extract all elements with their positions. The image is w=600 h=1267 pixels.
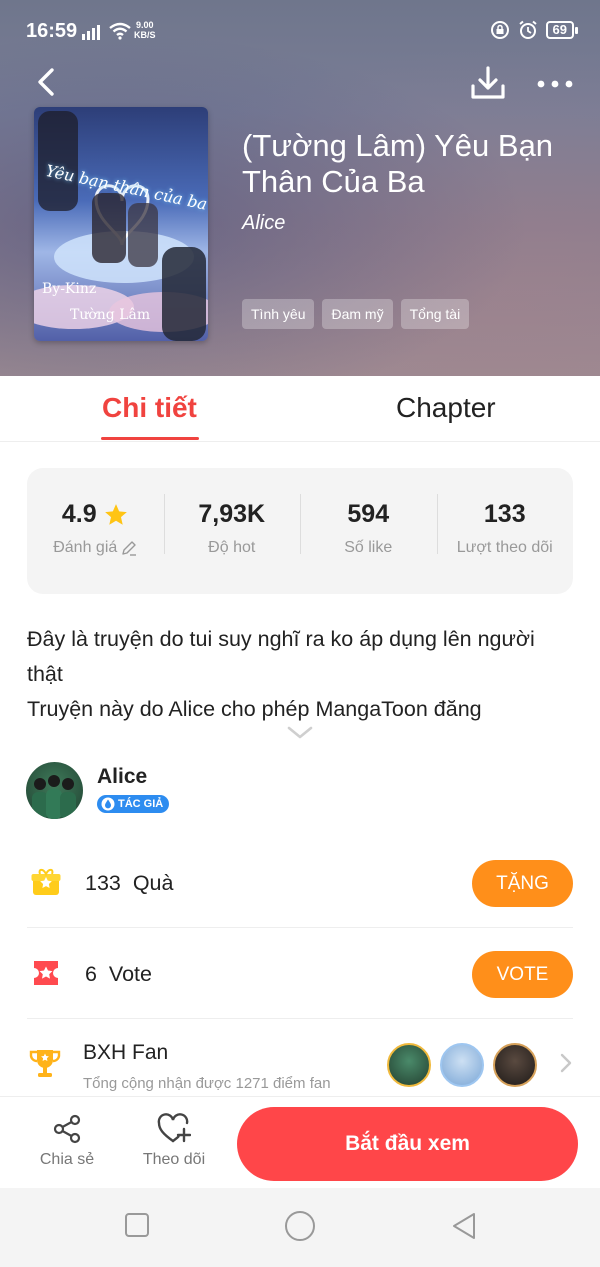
gift-count: 133 Quà	[85, 871, 173, 896]
heart-plus-icon	[157, 1113, 191, 1143]
avatar[interactable]	[493, 1043, 537, 1087]
start-reading-button[interactable]: Bắt đầu xem	[237, 1107, 578, 1181]
back-button[interactable]	[30, 62, 66, 102]
gift-count-label: Quà	[132, 871, 174, 895]
battery-indicator: 69	[545, 21, 579, 39]
net-speed-value: 9.00	[135, 20, 154, 30]
more-dots-icon	[537, 80, 573, 88]
gift-icon	[31, 868, 61, 895]
genre-tag[interactable]: Tổng tài	[400, 299, 470, 329]
stat-label: Độ hot	[208, 539, 256, 556]
fan-ranking-title: BXH Fan	[83, 1041, 169, 1064]
cover-art-image	[34, 111, 208, 341]
vote-ticket-icon	[34, 961, 58, 985]
status-time: 16:59	[26, 20, 78, 42]
chevron-left-icon	[38, 68, 54, 96]
chevron-right-icon	[560, 1053, 572, 1073]
stat-value: 133	[483, 500, 526, 528]
download-button[interactable]	[468, 64, 508, 104]
book-author[interactable]: Alice	[242, 212, 285, 235]
stat-followers: 133 Lượt theo dõi	[436, 486, 574, 576]
stat-value: 7,93K	[198, 500, 266, 528]
network-speed: 9.00 KB/S	[134, 20, 156, 40]
description-line: Truyện này do Alice cho phép MangaToon đ…	[27, 697, 482, 721]
vote-count: 6 Vote	[85, 962, 152, 987]
cover-byline: By-Kinz	[42, 281, 97, 297]
status-bar: 16:59 9.00 KB/S 69	[0, 0, 600, 64]
gift-row: 133 Quà TẶNG	[27, 838, 573, 928]
book-cover[interactable]: Yêu bạn thân của ba By-Kinz Tường Lâm	[34, 107, 208, 341]
chevron-down-icon[interactable]	[287, 726, 313, 740]
author-badge-label: TÁC GIẢ	[118, 798, 164, 810]
rating-label: Đánh giá	[53, 539, 118, 556]
wifi-icon	[109, 22, 131, 40]
avatar[interactable]	[26, 762, 83, 819]
recent-apps-icon[interactable]	[124, 1212, 150, 1238]
stat-label: Lượt theo dõi	[456, 539, 553, 556]
trophy-icon	[29, 1050, 61, 1077]
net-speed-unit: KB/S	[134, 30, 156, 40]
top-fans	[387, 1043, 537, 1087]
stat-rating[interactable]: 4.9 Đánh giá	[27, 486, 164, 576]
tab-chapter[interactable]: Chapter	[396, 392, 496, 424]
stat-label: Số like	[344, 539, 393, 556]
gift-count-value: 133	[85, 871, 121, 895]
fan-ranking-subtitle: Tổng cộng nhận được 1271 điểm fan	[83, 1075, 331, 1092]
vote-count-value: 6	[85, 962, 97, 986]
signal-icon	[82, 25, 100, 40]
alarm-icon	[518, 20, 537, 39]
more-options-button[interactable]	[534, 64, 576, 104]
share-button[interactable]: Chia sẻ	[22, 1113, 112, 1169]
stats-card: 4.9 Đánh giá 7,93K Độ hot 594 Số like 13…	[27, 468, 573, 594]
book-header: 16:59 9.00 KB/S 69 Yêu bạn thân của ba B…	[0, 0, 600, 376]
avatar[interactable]	[440, 1043, 484, 1087]
book-description[interactable]: Đây là truyện do tui suy nghĩ ra ko áp d…	[27, 622, 573, 727]
system-nav-bar	[0, 1188, 600, 1267]
cover-name-text: Tường Lâm	[70, 307, 151, 323]
genre-tags: Tình yêu Đam mỹ Tổng tài	[242, 299, 470, 329]
give-gift-button[interactable]: TẶNG	[472, 860, 573, 907]
vote-count-label: Vote	[108, 962, 152, 986]
follow-button[interactable]: Theo dõi	[129, 1113, 219, 1169]
stat-value: 594	[347, 500, 390, 528]
vote-row: 6 Vote VOTE	[27, 929, 573, 1019]
genre-tag[interactable]: Tình yêu	[242, 299, 315, 329]
follow-label: Theo dõi	[142, 1151, 206, 1168]
share-label: Chia sẻ	[39, 1151, 95, 1168]
vote-button[interactable]: VOTE	[472, 951, 573, 998]
author-name[interactable]: Alice	[97, 765, 147, 789]
back-nav-icon[interactable]	[450, 1211, 478, 1241]
tab-bar: Chi tiết Chapter	[0, 376, 600, 442]
drop-icon	[101, 797, 115, 811]
rating-value: 4.9	[61, 500, 97, 528]
author-avatar-image	[32, 775, 76, 819]
genre-tag[interactable]: Đam mỹ	[322, 299, 393, 329]
description-line: Đây là truyện do tui suy nghĩ ra ko áp d…	[27, 627, 535, 686]
stat-value: 4.9	[27, 500, 164, 529]
tab-details[interactable]: Chi tiết	[102, 392, 197, 424]
star-icon	[104, 503, 127, 525]
avatar[interactable]	[387, 1043, 431, 1087]
pencil-icon[interactable]	[121, 540, 137, 556]
rotation-lock-icon	[490, 21, 509, 39]
fan-ranking-row[interactable]: BXH Fan Tổng cộng nhận được 1271 điểm fa…	[27, 1030, 573, 1096]
share-icon	[53, 1114, 81, 1144]
stat-likes: 594 Số like	[300, 486, 437, 576]
status-icons-right: 69	[490, 20, 579, 40]
active-tab-indicator	[101, 437, 199, 440]
book-title: (Tường Lâm) Yêu Bạn Thân Của Ba	[242, 128, 554, 199]
stat-label: Đánh giá	[27, 539, 164, 557]
home-icon[interactable]	[284, 1210, 316, 1242]
bottom-action-bar: Chia sẻ Theo dõi Bắt đầu xem	[0, 1096, 600, 1188]
stat-hot: 7,93K Độ hot	[163, 486, 301, 576]
author-badge: TÁC GIẢ	[97, 795, 170, 813]
download-icon	[471, 66, 505, 99]
